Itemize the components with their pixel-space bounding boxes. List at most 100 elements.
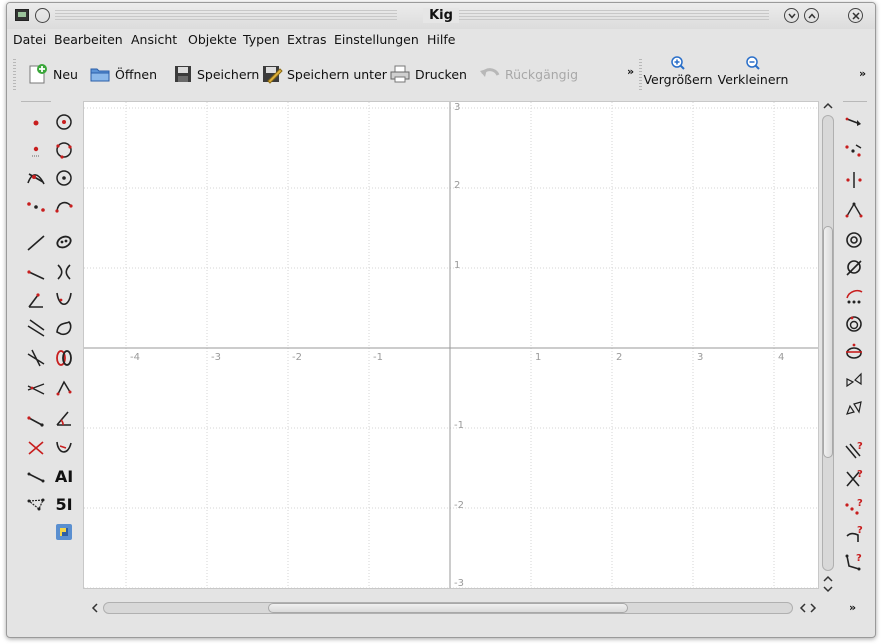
line-reflection-tool[interactable] [841,167,867,193]
transport-tool[interactable] [23,435,49,461]
conic-tool[interactable] [51,229,77,255]
scale-tool[interactable] [841,227,867,253]
menu-typen[interactable]: Typen [243,32,280,47]
test-contains-tool[interactable]: ? [841,521,867,547]
menu-einstellungen[interactable]: Einstellungen [334,32,419,47]
menu-extras[interactable]: Extras [287,32,327,47]
menu-datei[interactable]: Datei [13,32,46,47]
perpendicular-line-tool[interactable] [23,345,49,371]
scroll-left-arrow[interactable] [91,603,99,613]
polygon-tool[interactable] [23,463,49,489]
point-tool[interactable] [23,109,49,135]
test-orthogonal-icon: ? [846,469,863,487]
horizontal-scrollbar[interactable] [83,599,819,617]
test-collinear-tool[interactable]: ? [841,493,867,519]
cubic-tool[interactable] [51,315,77,341]
cross-lines-icon [28,441,44,455]
menu-ansicht[interactable]: Ansicht [131,32,177,47]
point-by-coordinates-tool[interactable] [23,137,49,163]
numeric-label-tool[interactable]: 5I [51,491,77,517]
save-as-button[interactable]: Speichern unter [261,63,387,85]
maximize-button[interactable] [804,8,819,23]
test-parallel-tool[interactable]: ? [841,437,867,463]
svg-text:?: ? [857,441,863,452]
harmonic-homology-icon [846,401,862,415]
new-button[interactable]: Neu [27,63,78,85]
bisector-tool[interactable] [23,375,49,401]
scroll-right-arrows[interactable] [799,603,817,613]
circle-center-point-tool[interactable] [51,109,77,135]
horizontal-scroll-track[interactable] [103,602,793,614]
angle-tool[interactable] [51,405,77,431]
left-panel-grip[interactable] [21,101,51,103]
similitude-tool[interactable] [841,367,867,393]
parabola-tool[interactable] [51,287,77,313]
arc-inversion-tool[interactable] [841,283,867,309]
close-icon [851,11,860,20]
test-distance-tool[interactable]: ? [841,549,867,575]
zoom-in-icon [671,56,685,70]
scroll-down-arrow[interactable] [823,575,833,593]
undo-button[interactable]: Rückgängig [479,63,578,85]
homothety-tool[interactable] [841,311,867,337]
midpoint-tool[interactable] [23,193,49,219]
close-button[interactable] [848,8,863,23]
test-orthogonal-tool[interactable]: ? [841,465,867,491]
menu-hilfe[interactable]: Hilfe [427,32,455,47]
menu-bearbeiten[interactable]: Bearbeiten [54,32,123,47]
menu-objekte[interactable]: Objekte [188,32,237,47]
print-button[interactable]: Drucken [389,63,467,85]
test-collinear-icon: ? [845,498,863,515]
intersection-point-tool[interactable] [23,165,49,191]
scroll-up-arrow[interactable] [823,102,833,110]
vertical-scroll-track[interactable] [822,115,834,571]
locus-tool[interactable] [51,435,77,461]
parallel-line-tool[interactable] [23,315,49,341]
angle-icon [56,411,71,426]
polygon-draw-tool[interactable] [23,491,49,517]
circle-radius-icon [56,170,72,186]
minimize-button[interactable] [784,8,799,23]
perpendicular-icon [27,349,45,367]
intersection-icon [27,173,45,185]
save-disk-icon [175,66,191,82]
test-distance-icon: ? [845,553,862,571]
vertical-scroll-thumb[interactable] [823,226,833,458]
ray-tool[interactable] [23,259,49,285]
vector-tool[interactable] [23,405,49,431]
line-tool[interactable] [23,229,49,255]
vertical-scrollbar[interactable] [819,101,837,597]
polygon-vertices-tool[interactable] [51,375,77,401]
mirror-point-tool[interactable] [841,107,867,133]
harmonic-homology-tool[interactable] [841,395,867,421]
point-reflection-tool[interactable] [841,137,867,163]
x-tick-2: 2 [616,352,622,363]
zoom-in-button[interactable]: Vergrößern [642,55,714,87]
polygon-draw-icon [27,498,45,511]
coordinate-point-icon [32,146,40,157]
toolbar-overflow-right[interactable]: » [859,67,866,80]
arc-tool[interactable] [51,193,77,219]
zoom-out-icon [746,56,760,70]
save-button[interactable]: Speichern [173,63,259,85]
zoom-out-button[interactable]: Verkleinern [717,55,789,87]
text-label-tool[interactable]: AI [51,463,77,489]
toolbar-grip[interactable] [13,59,16,91]
hyperbola-tool[interactable] [51,259,77,285]
rotation-tool[interactable] [841,197,867,223]
circle-center-radius-tool[interactable] [51,165,77,191]
drawing-canvas[interactable]: -4 -3 -2 -1 1 2 3 4 3 2 1 -1 -2 -3 [83,101,819,589]
open-button[interactable]: Öffnen [89,63,157,85]
circle-inversion-tool[interactable] [841,255,867,281]
segment-tool[interactable] [23,287,49,313]
right-panel-grip[interactable] [843,101,867,103]
horizontal-scroll-thumb[interactable] [268,603,628,613]
locus-icon [56,441,72,453]
zoom-out-label: Verkleinern [717,72,789,87]
projective-tool[interactable] [841,339,867,365]
python-script-tool[interactable] [51,519,77,545]
circle-three-points-tool[interactable] [51,137,77,163]
right-tools-overflow[interactable]: » [849,601,856,614]
toolbar-overflow-left[interactable]: » [627,65,634,78]
conic-pair-tool[interactable] [51,345,77,371]
